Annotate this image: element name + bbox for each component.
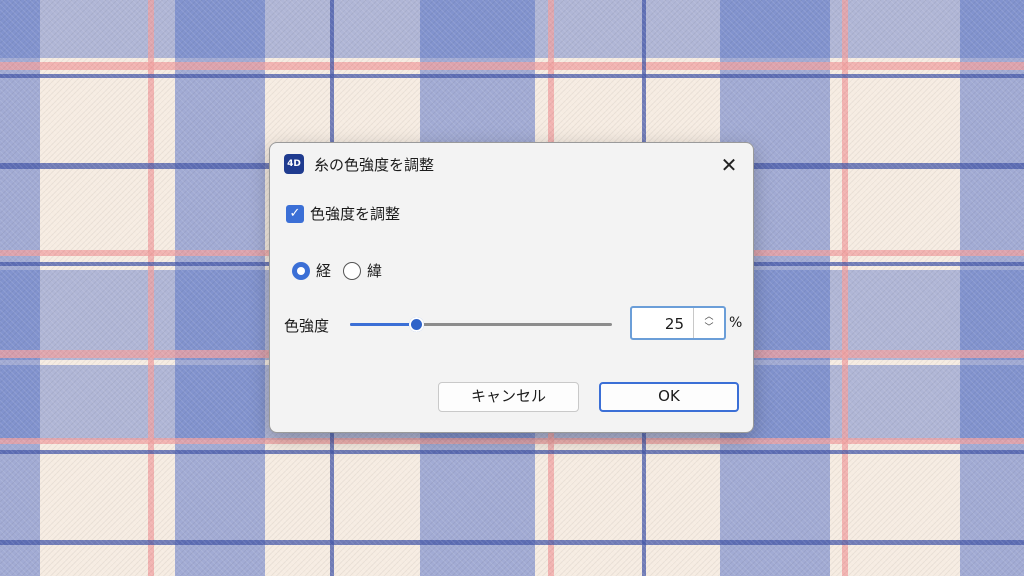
- intensity-spinbox[interactable]: 25 ︿ ﹀: [630, 306, 726, 340]
- desktop-canvas: 4D 糸の色強度を調整 ✕ ✓ 色強度を調整 経 緯 色強度 25 ︿ ﹀ % …: [0, 0, 1024, 576]
- dialog-title: 糸の色強度を調整: [314, 156, 435, 174]
- close-icon: ✕: [720, 153, 738, 177]
- intensity-value[interactable]: 25: [665, 315, 684, 333]
- adjust-thread-color-intensity-dialog: 4D 糸の色強度を調整 ✕ ✓ 色強度を調整 経 緯 色強度 25 ︿ ﹀ % …: [269, 142, 754, 433]
- intensity-label: 色強度: [284, 317, 330, 335]
- radio-weft-label: 緯: [367, 262, 383, 280]
- thread-direction-radio-group: 経 緯: [292, 260, 382, 281]
- intensity-slider-fill: [350, 323, 416, 326]
- adjust-intensity-checkbox[interactable]: ✓: [286, 204, 304, 223]
- dialog-titlebar[interactable]: 4D 糸の色強度を調整 ✕: [270, 143, 753, 185]
- chevron-down-icon[interactable]: ﹀: [704, 323, 713, 334]
- checkmark-icon: ✓: [289, 205, 301, 221]
- app-logo-icon: 4D: [284, 154, 304, 174]
- chevron-up-icon[interactable]: ︿: [704, 312, 713, 323]
- close-button[interactable]: ✕: [715, 151, 743, 179]
- intensity-slider-thumb[interactable]: [408, 317, 424, 332]
- adjust-intensity-label: 色強度を調整: [310, 205, 401, 223]
- ok-button[interactable]: OK: [599, 382, 739, 412]
- adjust-intensity-checkbox-row[interactable]: ✓ 色強度を調整: [286, 203, 400, 224]
- radio-weft[interactable]: [343, 261, 362, 280]
- percent-unit-label: %: [729, 315, 743, 331]
- radio-warp-label: 経: [316, 262, 332, 280]
- intensity-slider[interactable]: [350, 317, 612, 332]
- radio-warp[interactable]: [292, 261, 310, 280]
- cancel-button[interactable]: キャンセル: [438, 382, 579, 412]
- spin-arrows[interactable]: ︿ ﹀: [693, 308, 724, 338]
